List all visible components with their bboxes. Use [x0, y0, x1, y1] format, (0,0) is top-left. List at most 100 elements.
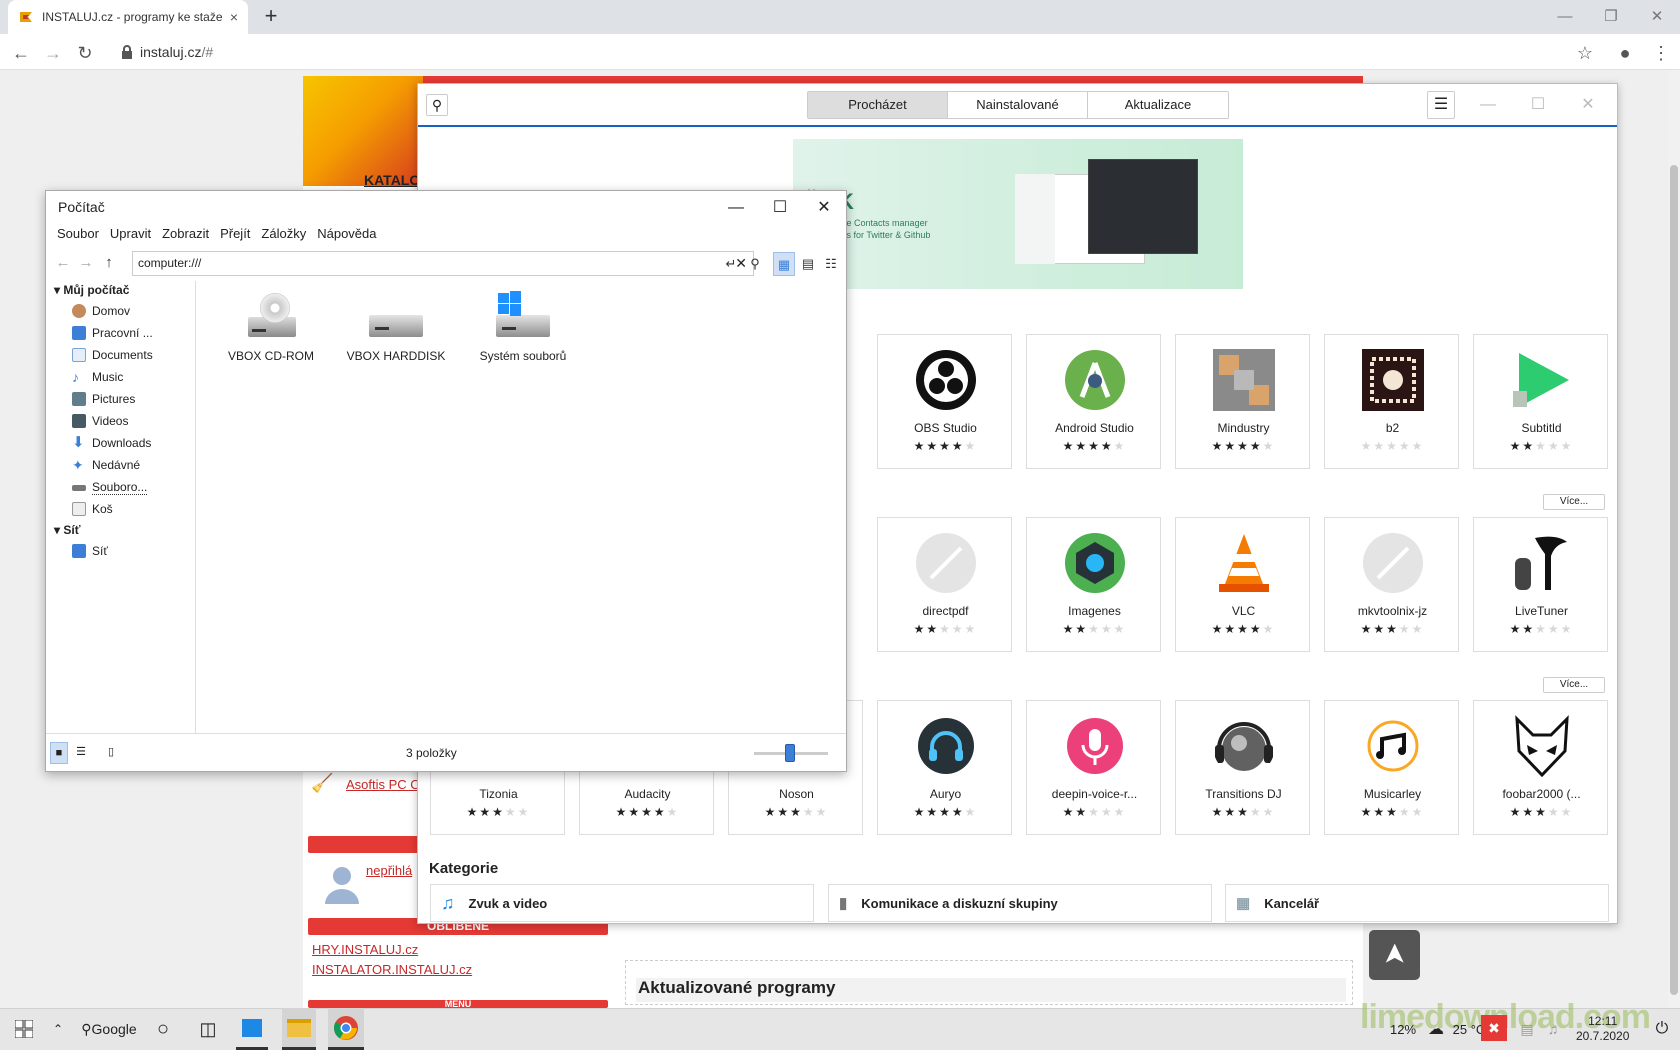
page-scrollbar-thumb[interactable]	[1670, 165, 1678, 995]
app-card[interactable]: VLC ★★★★★	[1175, 517, 1310, 652]
drive-item[interactable]: VBOX HARDDISK	[341, 291, 451, 363]
menu-go[interactable]: Přejít	[215, 223, 256, 245]
app-card[interactable]: Android Studio ★★★★★	[1026, 334, 1161, 469]
icon-view-icon[interactable]: ▦	[773, 252, 795, 276]
catalog-link[interactable]: KATALO	[364, 172, 420, 188]
address-bar[interactable]: instaluj.cz/#	[140, 44, 213, 60]
site-logo[interactable]	[303, 76, 423, 186]
restore-icon[interactable]: ❐	[1588, 0, 1634, 34]
toggle-location-icon[interactable]: ↵	[720, 252, 742, 276]
installator-link[interactable]: INSTALATOR.INSTALUJ.cz	[312, 962, 472, 977]
featured-banner[interactable]: ÖKK htful Google Contacts managercial st…	[793, 139, 1243, 289]
category-office[interactable]: ▦ Kancelář	[1225, 884, 1609, 922]
app-card[interactable]: deepin-voice-r... ★★★★★	[1026, 700, 1161, 835]
fm-minimize-icon[interactable]: —	[716, 193, 756, 223]
fm-close-icon[interactable]: ✕	[804, 193, 844, 223]
location-bar[interactable]: computer:///✕	[132, 251, 754, 276]
tab-browse[interactable]: Procházet	[808, 92, 948, 118]
store-minimize-icon[interactable]: —	[1468, 91, 1508, 119]
sidebar-item-documents[interactable]: Documents	[72, 348, 153, 362]
sidebar-item-network[interactable]: Síť	[72, 544, 108, 558]
back-icon[interactable]: ←	[8, 40, 34, 66]
sidebar-heading-network[interactable]: ▾ Síť	[54, 523, 80, 537]
drive-item[interactable]: VBOX CD-ROM	[216, 291, 326, 363]
app-card[interactable]: mkvtoolnix-jz ★★★★★	[1324, 517, 1459, 652]
sidebar-item-filesystem[interactable]: Souboro...	[72, 480, 148, 495]
fm-maximize-icon[interactable]: ☐	[760, 193, 800, 223]
tab-updates[interactable]: Aktualizace	[1088, 92, 1228, 118]
reload-icon[interactable]: ↻	[72, 40, 98, 66]
network-tray-icon[interactable]: ▤	[1516, 1008, 1538, 1050]
weather-icon[interactable]: ☁	[1426, 1008, 1446, 1050]
clock[interactable]: 12:11 20.7.2020	[1576, 1014, 1629, 1044]
new-tab-button[interactable]: +	[258, 4, 284, 30]
app-card[interactable]: Musicarley ★★★★★	[1324, 700, 1459, 835]
tab-installed[interactable]: Nainstalované	[948, 92, 1088, 118]
fm-search-icon[interactable]: ⚲	[744, 252, 766, 276]
start-button[interactable]	[4, 1008, 44, 1050]
menu-bookmarks[interactable]: Záložky	[256, 223, 312, 245]
scroll-to-top-button[interactable]: ➤	[1369, 930, 1420, 980]
search-taskbar[interactable]: ⚲ Google	[76, 1008, 142, 1050]
category-audio-video[interactable]: ♫ Zvuk a video	[430, 884, 814, 922]
minimize-icon[interactable]: —	[1542, 0, 1588, 34]
sidebar-item-pictures[interactable]: Pictures	[72, 392, 135, 406]
cortana-icon[interactable]: ○	[148, 1008, 178, 1050]
profile-avatar-icon[interactable]: ●	[1612, 40, 1638, 66]
fm-back-icon[interactable]: ←	[52, 252, 74, 274]
sidebar-item-downloads[interactable]: ⬇ Downloads	[72, 435, 151, 450]
app-card[interactable]: LiveTuner ★★★★★	[1473, 517, 1608, 652]
app-card[interactable]: Transitions DJ ★★★★★	[1175, 700, 1310, 835]
app-card[interactable]: directpdf ★★★★★	[877, 517, 1012, 652]
hamburger-menu-icon[interactable]: ☰	[1427, 91, 1455, 119]
app-tray-icon[interactable]: ✖	[1481, 1015, 1507, 1041]
hide-sidebar-icon[interactable]: ▯	[102, 742, 120, 764]
task-view-icon[interactable]: ◫	[196, 1008, 220, 1050]
show-places-icon[interactable]: ■	[50, 742, 68, 764]
browser-menu-icon[interactable]: ⋮	[1648, 40, 1674, 66]
drive-item[interactable]: Systém souborů	[468, 291, 578, 363]
zoom-slider-handle[interactable]	[785, 744, 795, 762]
app-card[interactable]: Subtitld ★★★★★	[1473, 334, 1608, 469]
fm-up-icon[interactable]: ↑	[98, 252, 120, 274]
taskbar-chrome-app[interactable]	[328, 1008, 364, 1050]
browser-tab[interactable]: INSTALUJ.cz - programy ke stažení ×	[8, 0, 248, 34]
app-card[interactable]: Auryo ★★★★★	[877, 700, 1012, 835]
app-card[interactable]: OBS Studio ★★★★★	[877, 334, 1012, 469]
category-communication[interactable]: ▮ Komunikace a diskuzní skupiny	[828, 884, 1212, 922]
app-card[interactable]: foobar2000 (... ★★★★★	[1473, 700, 1608, 835]
forward-icon[interactable]: →	[40, 40, 66, 66]
close-icon[interactable]: ✕	[1634, 0, 1680, 34]
sidebar-item-trash[interactable]: Koš	[72, 502, 113, 516]
power-icon[interactable]: ⏻	[1648, 1008, 1676, 1050]
menu-help[interactable]: Nápověda	[312, 223, 382, 245]
compact-view-icon[interactable]: ☷	[820, 252, 842, 276]
fm-forward-icon[interactable]: →	[75, 252, 97, 274]
taskbar-store-app[interactable]	[236, 1008, 268, 1050]
sidebar-item-recent[interactable]: ✦ Nedávné	[72, 458, 140, 472]
volume-icon[interactable]: ♫	[1542, 1008, 1564, 1050]
bookmark-star-icon[interactable]: ☆	[1572, 40, 1598, 66]
menu-view[interactable]: Zobrazit	[157, 223, 215, 245]
sidebar-item-desktop[interactable]: Pracovní ...	[72, 326, 153, 340]
asoftis-link[interactable]: Asoftis PC Cl	[346, 777, 423, 792]
store-close-icon[interactable]: ✕	[1568, 91, 1608, 119]
app-card[interactable]: Mindustry ★★★★★	[1175, 334, 1310, 469]
more-button[interactable]: Více...	[1543, 677, 1605, 693]
sidebar-item-music[interactable]: ♪ Music	[72, 370, 123, 384]
menu-file[interactable]: Soubor	[52, 223, 105, 245]
menu-edit[interactable]: Upravit	[105, 223, 157, 245]
login-link[interactable]: nepřihlá	[366, 863, 412, 878]
show-tree-icon[interactable]: ☰	[72, 742, 90, 764]
sidebar-item-videos[interactable]: Videos	[72, 414, 128, 428]
store-search-icon[interactable]: ⚲	[426, 94, 448, 116]
taskbar-explorer-app[interactable]	[282, 1008, 316, 1050]
lock-icon[interactable]	[120, 44, 134, 60]
store-maximize-icon[interactable]: ☐	[1518, 91, 1558, 119]
tab-close-icon[interactable]: ×	[230, 9, 238, 25]
sidebar-heading-computer[interactable]: ▾ Můj počítač	[54, 283, 129, 297]
games-link[interactable]: HRY.INSTALUJ.cz	[312, 942, 418, 957]
list-view-icon[interactable]: ▤	[797, 252, 819, 276]
more-button[interactable]: Více...	[1543, 494, 1605, 510]
app-card[interactable]: Imagenes ★★★★★	[1026, 517, 1161, 652]
